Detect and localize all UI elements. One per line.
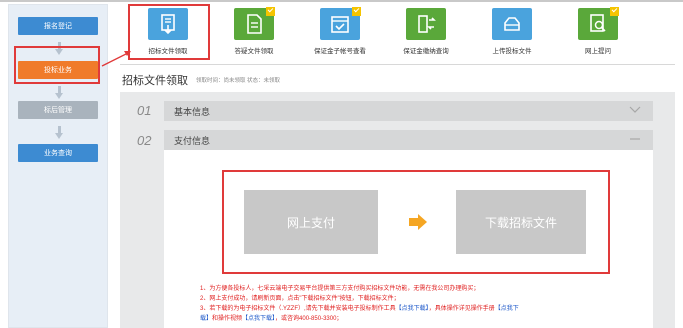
section-title: 基本信息 [174,107,211,117]
tool-deposit-account[interactable]: 保证金子帐号查看 [302,7,378,58]
search-document-icon [590,14,606,32]
tool-upload-bid[interactable]: 上传投标文件 [474,8,550,58]
chevron-down-icon[interactable] [629,106,641,116]
note-line-1: 1、为方便各投标人，七采云端电子交易平台提供第三方支付购买招标文件功能，无需在我… [200,286,480,292]
online-pay-button[interactable]: 网上支付 [244,190,378,254]
download-video-link[interactable]: 【点我下载】 [242,316,275,322]
check-badge-icon [610,7,619,16]
arrow-right-icon [408,213,428,231]
tool-label: 保证金子帐号查看 [314,48,366,55]
download-tool-link[interactable]: 【点我下载】 [396,306,429,312]
transfer-icon [418,15,436,33]
tool-label: 保证金缴纳查询 [403,48,449,55]
flow-arrow-icon [55,86,63,99]
section-basic-info[interactable]: 基本信息 [164,101,653,121]
tool-qa-doc[interactable]: 答疑文件领取 [216,7,292,58]
sidebar-item-label: 业务查询 [44,150,72,157]
check-badge-icon [266,7,275,16]
note-line-4: 载】和操作视频【点我下载】，或咨询400-850-3300； [200,314,640,324]
highlight-box [128,4,210,60]
download-manual-link-cont[interactable]: 载】 [200,316,212,322]
payment-notes: 1、为方便各投标人，七采云端电子交易平台提供第三方支付购买招标文件功能，无需在我… [200,284,640,324]
document-icon [247,14,262,34]
tool-tile [578,7,619,40]
step-number: 01 [137,103,152,118]
cloud-upload-icon [504,17,520,31]
note-line-2: 2、网上支付成功，请刷新页面，点击"下载招标文件"按钮，下载招标文件； [200,296,400,302]
sidebar-item-label: 报名登记 [44,23,72,30]
highlight-box [14,46,100,84]
sidebar-item-post-bid[interactable]: 标后管理 [18,101,98,119]
divider [120,64,675,65]
tool-tile [320,7,361,40]
note-text: ，具体操作详见操作手册 [428,306,495,312]
calendar-check-icon [331,16,349,33]
page-meta: 领取时间：尚未领取 状态：未领取 [196,78,281,84]
download-bid-doc-button[interactable]: 下载招标文件 [456,190,586,254]
tool-label: 网上提问 [585,48,611,55]
flow-arrow-icon [55,126,63,139]
note-text: 3、若下载的为电子招标文件（.YZZF）,请先下载并安装电子投标制作工具 [200,306,396,312]
download-manual-link[interactable]: 【点我下 [495,306,519,312]
tool-tile [234,7,275,40]
note-text: ，或咨询400-850-3300； [275,316,343,322]
tool-tile [492,8,532,40]
online-pay-label: 网上支付 [286,215,335,230]
tool-deposit-query[interactable]: 保证金缴纳查询 [388,8,464,58]
sidebar-item-query[interactable]: 业务查询 [18,144,98,162]
section-payment-info[interactable]: 支付信息 [164,130,653,150]
collapse-icon[interactable] [629,135,641,145]
tool-label: 上传投标文件 [492,48,532,55]
step-number: 02 [137,133,152,148]
note-line-3: 3、若下载的为电子招标文件（.YZZF）,请先下载并安装电子投标制作工具【点我下… [200,304,640,314]
tool-label: 答疑文件领取 [234,48,274,55]
download-label: 下载招标文件 [484,215,557,230]
sidebar-item-registration[interactable]: 报名登记 [18,17,98,35]
section-title: 支付信息 [174,136,211,146]
note-text: 和操作视频 [212,316,243,322]
page-title: 招标文件领取 [122,75,188,87]
sidebar-item-label: 标后管理 [44,107,72,114]
check-badge-icon [352,7,361,16]
tool-online-question[interactable]: 网上提问 [560,7,636,58]
tool-tile [406,8,446,40]
pointer-arrow-icon [101,51,131,67]
